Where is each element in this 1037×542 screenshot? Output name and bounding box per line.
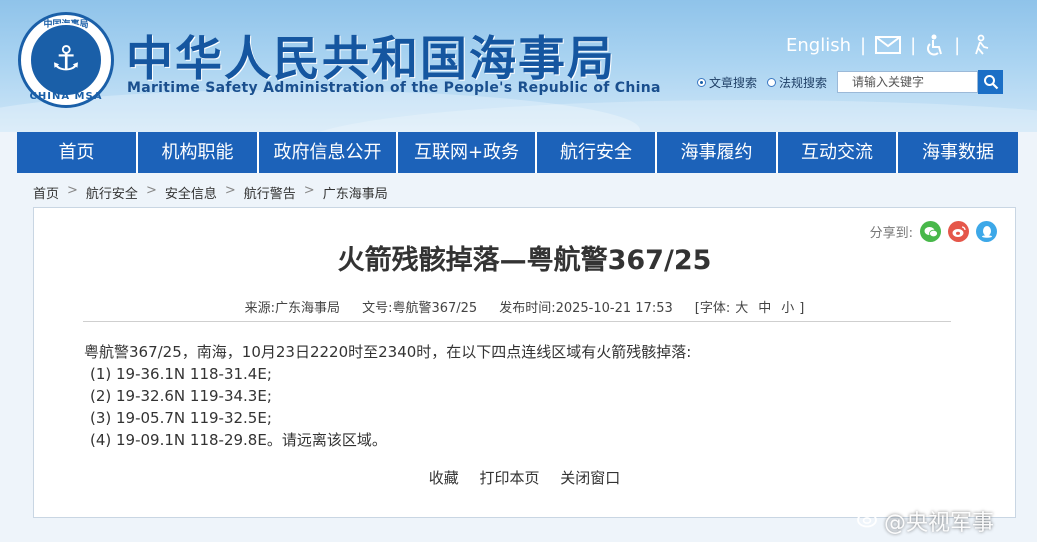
font-size-medium[interactable]: 中 bbox=[758, 301, 771, 316]
search-row: 文章搜索 法规搜索 bbox=[697, 70, 1004, 94]
main-nav: 首页 机构职能 政府信息公开 互联网+政务 航行安全 海事履约 互动交流 海事数… bbox=[17, 132, 1018, 173]
article-actions: 收藏 打印本页 关闭窗口 bbox=[34, 467, 1015, 488]
mail-icon[interactable] bbox=[875, 35, 902, 55]
site-subtitle: Maritime Safety Administration of the Pe… bbox=[127, 80, 661, 96]
date-label: 发布时间: bbox=[499, 301, 556, 316]
breadcrumb-separator: > bbox=[224, 183, 236, 198]
font-size-label: [字体: bbox=[694, 301, 731, 316]
close-window-button[interactable]: 关闭窗口 bbox=[560, 469, 620, 487]
coordinate-point: (3) 19-05.7N 119-32.5E; bbox=[90, 409, 272, 427]
coordinate-point: (1) 19-36.1N 118-31.4E; bbox=[90, 365, 272, 383]
font-size-large[interactable]: 大 bbox=[735, 301, 748, 316]
nav-item-home[interactable]: 首页 bbox=[17, 132, 138, 173]
msa-logo[interactable]: 中国海事局 ⚓ CHINA MSA bbox=[18, 12, 114, 108]
breadcrumb-item[interactable]: 安全信息 bbox=[165, 183, 217, 202]
search-button[interactable] bbox=[978, 70, 1004, 94]
elder-mode-icon[interactable] bbox=[969, 34, 991, 56]
date-value: 2025-10-21 17:53 bbox=[555, 301, 673, 316]
radio-dot[interactable] bbox=[697, 77, 706, 87]
breadcrumb-item[interactable]: 首页 bbox=[33, 183, 59, 202]
breadcrumb-separator: > bbox=[67, 183, 78, 198]
weibo-logo-icon bbox=[857, 508, 881, 534]
article-content: 粤航警367/25，南海，10月23日2220时至2340时，在以下四点连线区域… bbox=[84, 341, 691, 451]
accessibility-icon[interactable] bbox=[925, 34, 945, 56]
radio-article-label: 文章搜索 bbox=[709, 75, 758, 90]
site-header: 中国海事局 ⚓ CHINA MSA 中华人民共和国海事局 Maritime Sa… bbox=[0, 0, 1037, 132]
radio-law-label: 法规搜索 bbox=[779, 75, 828, 90]
breadcrumb-item[interactable]: 广东海事局 bbox=[323, 183, 388, 202]
english-link[interactable]: English bbox=[786, 35, 851, 56]
breadcrumb-item[interactable]: 航行安全 bbox=[86, 183, 138, 202]
top-links: English | | | bbox=[786, 32, 991, 58]
radio-article-search[interactable]: 文章搜索 bbox=[697, 74, 757, 91]
breadcrumb: 首页 > 航行安全 > 安全信息 > 航行警告 > 广东海事局 bbox=[33, 183, 388, 202]
separator: | bbox=[954, 34, 961, 56]
radio-dot[interactable] bbox=[767, 77, 777, 87]
breadcrumb-separator: > bbox=[303, 183, 315, 198]
article-panel: 分享到: 火箭残骸掉落—粤航警367/25 来源:广东海事局 文号:粤航警367/… bbox=[33, 207, 1016, 518]
search-icon bbox=[983, 75, 998, 90]
nav-item-compliance[interactable]: 海事履约 bbox=[657, 132, 778, 173]
font-size-small[interactable]: 小 bbox=[781, 301, 794, 316]
coordinate-point: (2) 19-32.6N 119-34.3E; bbox=[90, 387, 272, 405]
article-lead: 粤航警367/25，南海，10月23日2220时至2340时，在以下四点连线区域… bbox=[84, 343, 692, 361]
font-size-close: ] bbox=[799, 301, 805, 316]
coordinate-point: (4) 19-09.1N 118-29.8E。请远离该区域。 bbox=[90, 431, 387, 449]
separator: | bbox=[860, 34, 867, 56]
radio-law-search[interactable]: 法规搜索 bbox=[767, 74, 827, 91]
favorite-button[interactable]: 收藏 bbox=[429, 469, 459, 487]
breadcrumb-item[interactable]: 航行警告 bbox=[244, 183, 296, 202]
search-input[interactable] bbox=[837, 71, 979, 93]
nav-item-internet-gov[interactable]: 互联网+政务 bbox=[398, 132, 537, 173]
source-value: 广东海事局 bbox=[275, 301, 341, 316]
nav-item-data[interactable]: 海事数据 bbox=[898, 132, 1018, 173]
nav-item-gov-info[interactable]: 政府信息公开 bbox=[259, 132, 398, 173]
nav-item-interaction[interactable]: 互动交流 bbox=[778, 132, 898, 173]
logo-bottom-text: CHINA MSA bbox=[29, 91, 103, 102]
separator: | bbox=[910, 34, 917, 56]
docno-label: 文号: bbox=[362, 301, 393, 316]
nav-item-navigation-safety[interactable]: 航行安全 bbox=[537, 132, 657, 173]
watermark: @央视军事 bbox=[857, 505, 994, 537]
print-button[interactable]: 打印本页 bbox=[479, 469, 539, 487]
docno-value: 粤航警367/25 bbox=[392, 301, 478, 316]
divider bbox=[83, 321, 951, 322]
source-label: 来源: bbox=[244, 301, 276, 316]
watermark-text: @央视军事 bbox=[884, 511, 995, 536]
nav-item-functions[interactable]: 机构职能 bbox=[138, 132, 259, 173]
breadcrumb-separator: > bbox=[145, 183, 157, 198]
anchor-icon: ⚓ bbox=[29, 23, 103, 97]
article-meta: 来源:广东海事局 文号:粤航警367/25 发布时间:2025-10-21 17:5… bbox=[34, 297, 1015, 316]
site-title[interactable]: 中华人民共和国海事局 bbox=[126, 20, 616, 89]
article-title: 火箭残骸掉落—粤航警367/25 bbox=[337, 245, 712, 276]
